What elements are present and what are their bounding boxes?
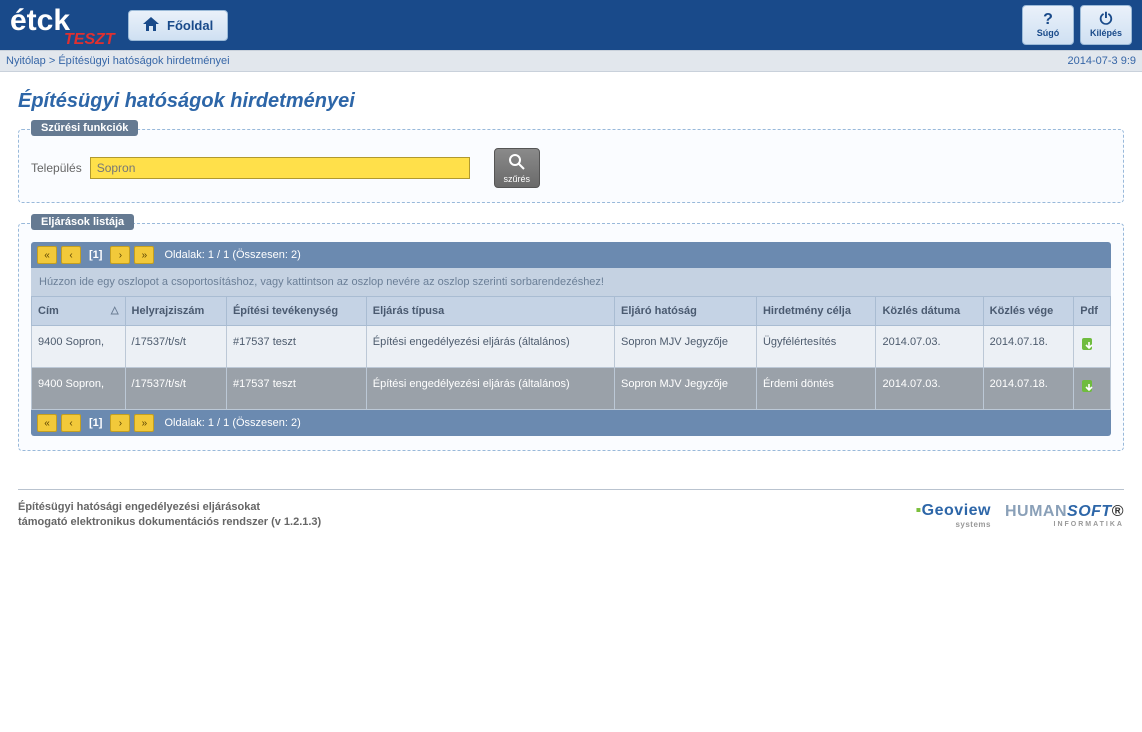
pager-next-button[interactable]: ›	[110, 414, 130, 432]
pager-first-button[interactable]: «	[37, 414, 57, 432]
app-logo: étck TESZT	[10, 2, 120, 48]
cell-helyrajz: /17537/t/s/t	[125, 368, 226, 410]
col-tevekenyseg[interactable]: Építési tevékenység	[226, 297, 366, 326]
server-datetime: 2014-07-3 9:9	[1068, 55, 1137, 67]
humansoft-logo: HUMANSOFT® INFORMATIKA	[1005, 503, 1124, 528]
footer-logos: ▪Geoview systems HUMANSOFT® INFORMATIKA	[916, 502, 1125, 529]
footer-line1: Építésügyi hatósági engedélyezési eljárá…	[18, 500, 321, 515]
footer: Építésügyi hatósági engedélyezési eljárá…	[18, 489, 1124, 545]
topbar: étck TESZT Főoldal ? Súgó ⏻ Kilépés	[0, 0, 1142, 50]
col-cel[interactable]: Hirdetmény célja	[756, 297, 876, 326]
pager-last-button[interactable]: »	[134, 246, 154, 264]
pager-current: [1]	[85, 417, 106, 429]
page-title: Építésügyi hatóságok hirdetményei	[18, 90, 1124, 113]
svg-text:étck: étck	[10, 4, 70, 37]
cell-pdf	[1074, 326, 1111, 368]
cell-hatosag: Sopron MJV Jegyzője	[615, 326, 757, 368]
topbar-left: étck TESZT Főoldal	[10, 2, 228, 48]
breadcrumb-current[interactable]: Építésügyi hatóságok hirdetményei	[58, 55, 229, 67]
pager-current: [1]	[85, 249, 106, 261]
results-table: Cím△ Helyrajziszám Építési tevékenység E…	[31, 296, 1111, 410]
help-icon: ?	[1043, 12, 1053, 28]
cell-cim: 9400 Sopron,	[32, 326, 126, 368]
cell-tipus: Építési engedélyezési eljárás (általános…	[366, 326, 614, 368]
filter-button-label: szűrés	[503, 174, 530, 184]
group-hint[interactable]: Húzzon ide egy oszlopot a csoportosításh…	[31, 268, 1111, 296]
cell-hatosag: Sopron MJV Jegyzője	[615, 368, 757, 410]
cell-kozles-datuma: 2014.07.03.	[876, 326, 983, 368]
cell-kozles-vege: 2014.07.18.	[983, 326, 1074, 368]
search-icon	[508, 153, 526, 174]
help-button[interactable]: ? Súgó	[1022, 5, 1074, 45]
cell-tipus: Építési engedélyezési eljárás (általános…	[366, 368, 614, 410]
pager-prev-button[interactable]: ‹	[61, 414, 81, 432]
home-button[interactable]: Főoldal	[128, 10, 228, 41]
col-kozles-datuma[interactable]: Közlés dátuma	[876, 297, 983, 326]
help-label: Súgó	[1037, 28, 1060, 38]
filter-row: Település szűrés	[31, 148, 1111, 188]
cell-pdf	[1074, 368, 1111, 410]
pager-first-button[interactable]: «	[37, 246, 57, 264]
topbar-right: ? Súgó ⏻ Kilépés	[1022, 5, 1132, 45]
cell-helyrajz: /17537/t/s/t	[125, 326, 226, 368]
filter-panel: Szűrési funkciók Település szűrés	[18, 129, 1124, 203]
footer-text: Építésügyi hatósági engedélyezési eljárá…	[18, 500, 321, 531]
footer-line2: támogató elektronikus dokumentációs rend…	[18, 515, 321, 530]
home-label: Főoldal	[167, 18, 213, 33]
breadcrumb: Nyitólap > Építésügyi hatóságok hirdetmé…	[6, 55, 230, 67]
pager-bottom: « ‹ [1] › » Oldalak: 1 / 1 (Összesen: 2)	[31, 410, 1111, 436]
logo-test-label: TESZT	[64, 31, 116, 48]
pager-prev-button[interactable]: ‹	[61, 246, 81, 264]
cell-tevekenyseg: #17537 teszt	[226, 326, 366, 368]
geoview-logo: ▪Geoview systems	[916, 502, 991, 529]
cell-cim: 9400 Sopron,	[32, 368, 126, 410]
logout-button[interactable]: ⏻ Kilépés	[1080, 5, 1132, 45]
cell-kozles-datuma: 2014.07.03.	[876, 368, 983, 410]
cell-cel: Ügyfélértesítés	[756, 326, 876, 368]
content: Építésügyi hatóságok hirdetményei Szűrés…	[0, 72, 1142, 489]
power-icon: ⏻	[1100, 12, 1113, 28]
pager-top: « ‹ [1] › » Oldalak: 1 / 1 (Összesen: 2)	[31, 242, 1111, 268]
breadcrumb-bar: Nyitólap > Építésügyi hatóságok hirdetmé…	[0, 50, 1142, 72]
list-legend: Eljárások listája	[31, 214, 134, 230]
logout-label: Kilépés	[1090, 28, 1122, 38]
col-tipus[interactable]: Eljárás típusa	[366, 297, 614, 326]
filter-label: Település	[31, 161, 82, 175]
col-cim[interactable]: Cím△	[32, 297, 126, 326]
pdf-download-icon[interactable]	[1080, 378, 1098, 396]
breadcrumb-sep: >	[49, 55, 55, 67]
list-panel: Eljárások listája « ‹ [1] › » Oldalak: 1…	[18, 223, 1124, 451]
col-kozles-vege[interactable]: Közlés vége	[983, 297, 1074, 326]
table-header-row: Cím△ Helyrajziszám Építési tevékenység E…	[32, 297, 1111, 326]
sort-indicator-icon: △	[111, 305, 119, 316]
col-hatosag[interactable]: Eljáró hatóság	[615, 297, 757, 326]
home-icon	[143, 17, 159, 34]
cell-cel: Érdemi döntés	[756, 368, 876, 410]
filter-button[interactable]: szűrés	[494, 148, 540, 188]
table-row[interactable]: 9400 Sopron, /17537/t/s/t #17537 teszt É…	[32, 368, 1111, 410]
cell-kozles-vege: 2014.07.18.	[983, 368, 1074, 410]
cell-tevekenyseg: #17537 teszt	[226, 368, 366, 410]
breadcrumb-root[interactable]: Nyitólap	[6, 55, 46, 67]
pdf-download-icon[interactable]	[1080, 336, 1098, 354]
filter-legend: Szűrési funkciók	[31, 120, 138, 136]
pager-info: Oldalak: 1 / 1 (Összesen: 2)	[164, 417, 300, 429]
pager-last-button[interactable]: »	[134, 414, 154, 432]
pager-next-button[interactable]: ›	[110, 246, 130, 264]
pager-info: Oldalak: 1 / 1 (Összesen: 2)	[164, 249, 300, 261]
col-helyrajz[interactable]: Helyrajziszám	[125, 297, 226, 326]
settlement-input[interactable]	[90, 157, 470, 179]
table-row[interactable]: 9400 Sopron, /17537/t/s/t #17537 teszt É…	[32, 326, 1111, 368]
col-pdf[interactable]: Pdf	[1074, 297, 1111, 326]
